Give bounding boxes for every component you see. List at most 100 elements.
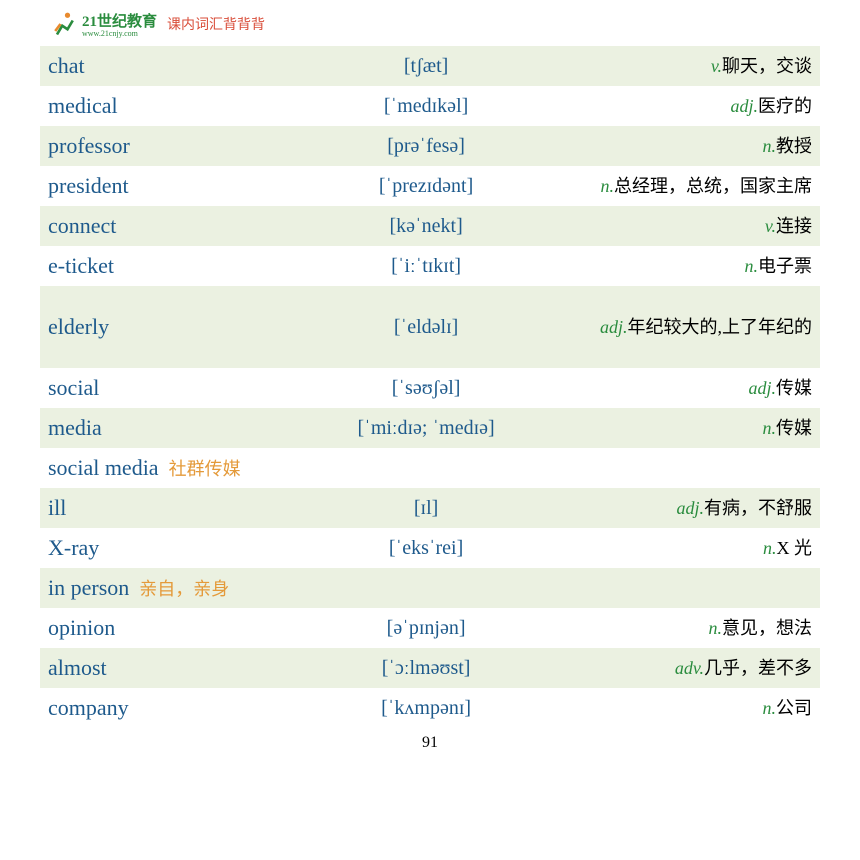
word-text: e-ticket	[48, 253, 114, 278]
definition-text: 有病，不舒服	[704, 498, 812, 518]
definition-text: 公司	[776, 698, 812, 718]
phonetic-cell	[297, 448, 554, 488]
table-row: elderly [ˈeldəlɪ] adj.年纪较大的,上了年纪的	[40, 286, 820, 368]
phonetic-cell: [ˈɔːlməʊst]	[297, 648, 554, 688]
part-of-speech: n.	[709, 618, 723, 638]
phonetic-cell: [ˈeldəlɪ]	[297, 286, 554, 368]
logo-sub-text: www.21cnjy.com	[82, 29, 157, 38]
definition-cell: adj.有病，不舒服	[555, 488, 820, 528]
table-row: chat[tʃæt]v.聊天，交谈	[40, 46, 820, 86]
table-row: company[ˈkʌmpənɪ]n.公司	[40, 688, 820, 728]
word-text: X-ray	[48, 535, 99, 560]
word-text: elderly	[48, 314, 109, 339]
word-cell: connect	[40, 206, 297, 246]
definition-text: 聊天，交谈	[722, 56, 812, 76]
definition-text: 连接	[776, 216, 812, 236]
part-of-speech: adj.	[748, 378, 776, 398]
table-row: social[ˈsəʊʃəl]adj.传媒	[40, 368, 820, 408]
definition-cell	[555, 568, 820, 608]
word-text: social	[48, 375, 99, 400]
inline-definition: 社群传媒	[169, 459, 241, 479]
phonetic-cell: [prəˈfesə]	[297, 126, 554, 166]
word-cell: president	[40, 166, 297, 206]
part-of-speech: n.	[763, 538, 777, 558]
word-text: connect	[48, 213, 116, 238]
table-row: medical[ˈmedɪkəl]adj.医疗的	[40, 86, 820, 126]
word-text: in person	[48, 575, 129, 600]
header: 21世纪教育 www.21cnjy.com 课内词汇背背背	[40, 10, 820, 38]
word-cell: e-ticket	[40, 246, 297, 286]
phonetic-cell: [ˈsəʊʃəl]	[297, 368, 554, 408]
definition-cell: n.X 光	[555, 528, 820, 568]
phonetic-cell: [ˈmedɪkəl]	[297, 86, 554, 126]
table-row: almost[ˈɔːlməʊst]adv.几乎，差不多	[40, 648, 820, 688]
part-of-speech: adj.	[730, 96, 758, 116]
vocab-table: chat[tʃæt]v.聊天，交谈medical[ˈmedɪkəl]adj.医疗…	[40, 46, 820, 728]
word-text: president	[48, 173, 129, 198]
word-cell: social	[40, 368, 297, 408]
definition-cell: v.聊天，交谈	[555, 46, 820, 86]
phonetic-cell: [əˈpɪnjən]	[297, 608, 554, 648]
word-text: medical	[48, 93, 118, 118]
definition-text: 几乎，差不多	[704, 658, 812, 678]
part-of-speech: n.	[763, 418, 777, 438]
phonetic-cell: [kəˈnekt]	[297, 206, 554, 246]
definition-text: 传媒	[776, 418, 812, 438]
word-text: social media	[48, 455, 159, 480]
definition-cell: n.教授	[555, 126, 820, 166]
definition-cell: adj.传媒	[555, 368, 820, 408]
definition-cell: n.传媒	[555, 408, 820, 448]
table-row: ill [ɪl]adj.有病，不舒服	[40, 488, 820, 528]
table-row: media[ˈmiːdɪə; ˈmedɪə]n.传媒	[40, 408, 820, 448]
phonetic-cell	[297, 568, 554, 608]
part-of-speech: n.	[745, 256, 759, 276]
section-title: 课内词汇背背背	[167, 14, 265, 34]
table-row: X-ray[ˈeksˈrei]n.X 光	[40, 528, 820, 568]
part-of-speech: adj.	[600, 317, 628, 337]
logo: 21世纪教育 www.21cnjy.com	[50, 10, 157, 38]
logo-main-text: 21世纪教育	[82, 14, 157, 30]
definition-text: 年纪较大的,上了年纪的	[628, 317, 813, 337]
inline-definition: 亲自，亲身	[139, 579, 229, 599]
word-text: opinion	[48, 615, 115, 640]
phonetic-cell: [ɪl]	[297, 488, 554, 528]
word-cell: company	[40, 688, 297, 728]
word-text: company	[48, 695, 129, 720]
part-of-speech: n.	[763, 698, 777, 718]
word-text: chat	[48, 53, 85, 78]
table-row: social media 社群传媒	[40, 448, 820, 488]
runner-icon	[50, 10, 78, 38]
definition-text: 电子票	[758, 256, 812, 276]
table-row: president[ˈprezɪdənt]n.总经理，总统，国家主席	[40, 166, 820, 206]
definition-cell: adv.几乎，差不多	[555, 648, 820, 688]
table-row: professor[prəˈfesə]n.教授	[40, 126, 820, 166]
table-row: in person 亲自，亲身	[40, 568, 820, 608]
phonetic-cell: [ˈmiːdɪə; ˈmedɪə]	[297, 408, 554, 448]
word-cell: almost	[40, 648, 297, 688]
definition-cell: n.电子票	[555, 246, 820, 286]
definition-cell: n.公司	[555, 688, 820, 728]
part-of-speech: v.	[765, 216, 776, 236]
word-cell: X-ray	[40, 528, 297, 568]
table-row: opinion[əˈpɪnjən]n.意见，想法	[40, 608, 820, 648]
definition-text: 传媒	[776, 378, 812, 398]
word-cell: medical	[40, 86, 297, 126]
definition-text: X 光	[777, 538, 813, 558]
definition-text: 总经理，总统，国家主席	[614, 176, 812, 196]
word-text: media	[48, 415, 102, 440]
definition-cell: n.意见，想法	[555, 608, 820, 648]
word-text: ill	[48, 495, 66, 520]
table-row: connect[kəˈnekt]v.连接	[40, 206, 820, 246]
word-cell: opinion	[40, 608, 297, 648]
word-text: almost	[48, 655, 107, 680]
word-cell: media	[40, 408, 297, 448]
part-of-speech: n.	[763, 136, 777, 156]
word-cell: chat	[40, 46, 297, 86]
definition-cell: v.连接	[555, 206, 820, 246]
part-of-speech: adv.	[675, 658, 704, 678]
word-cell: elderly	[40, 286, 297, 368]
definition-text: 意见，想法	[722, 618, 812, 638]
phonetic-cell: [ˈiːˈtɪkɪt]	[297, 246, 554, 286]
word-cell: ill	[40, 488, 297, 528]
logo-text-block: 21世纪教育 www.21cnjy.com	[82, 10, 157, 38]
